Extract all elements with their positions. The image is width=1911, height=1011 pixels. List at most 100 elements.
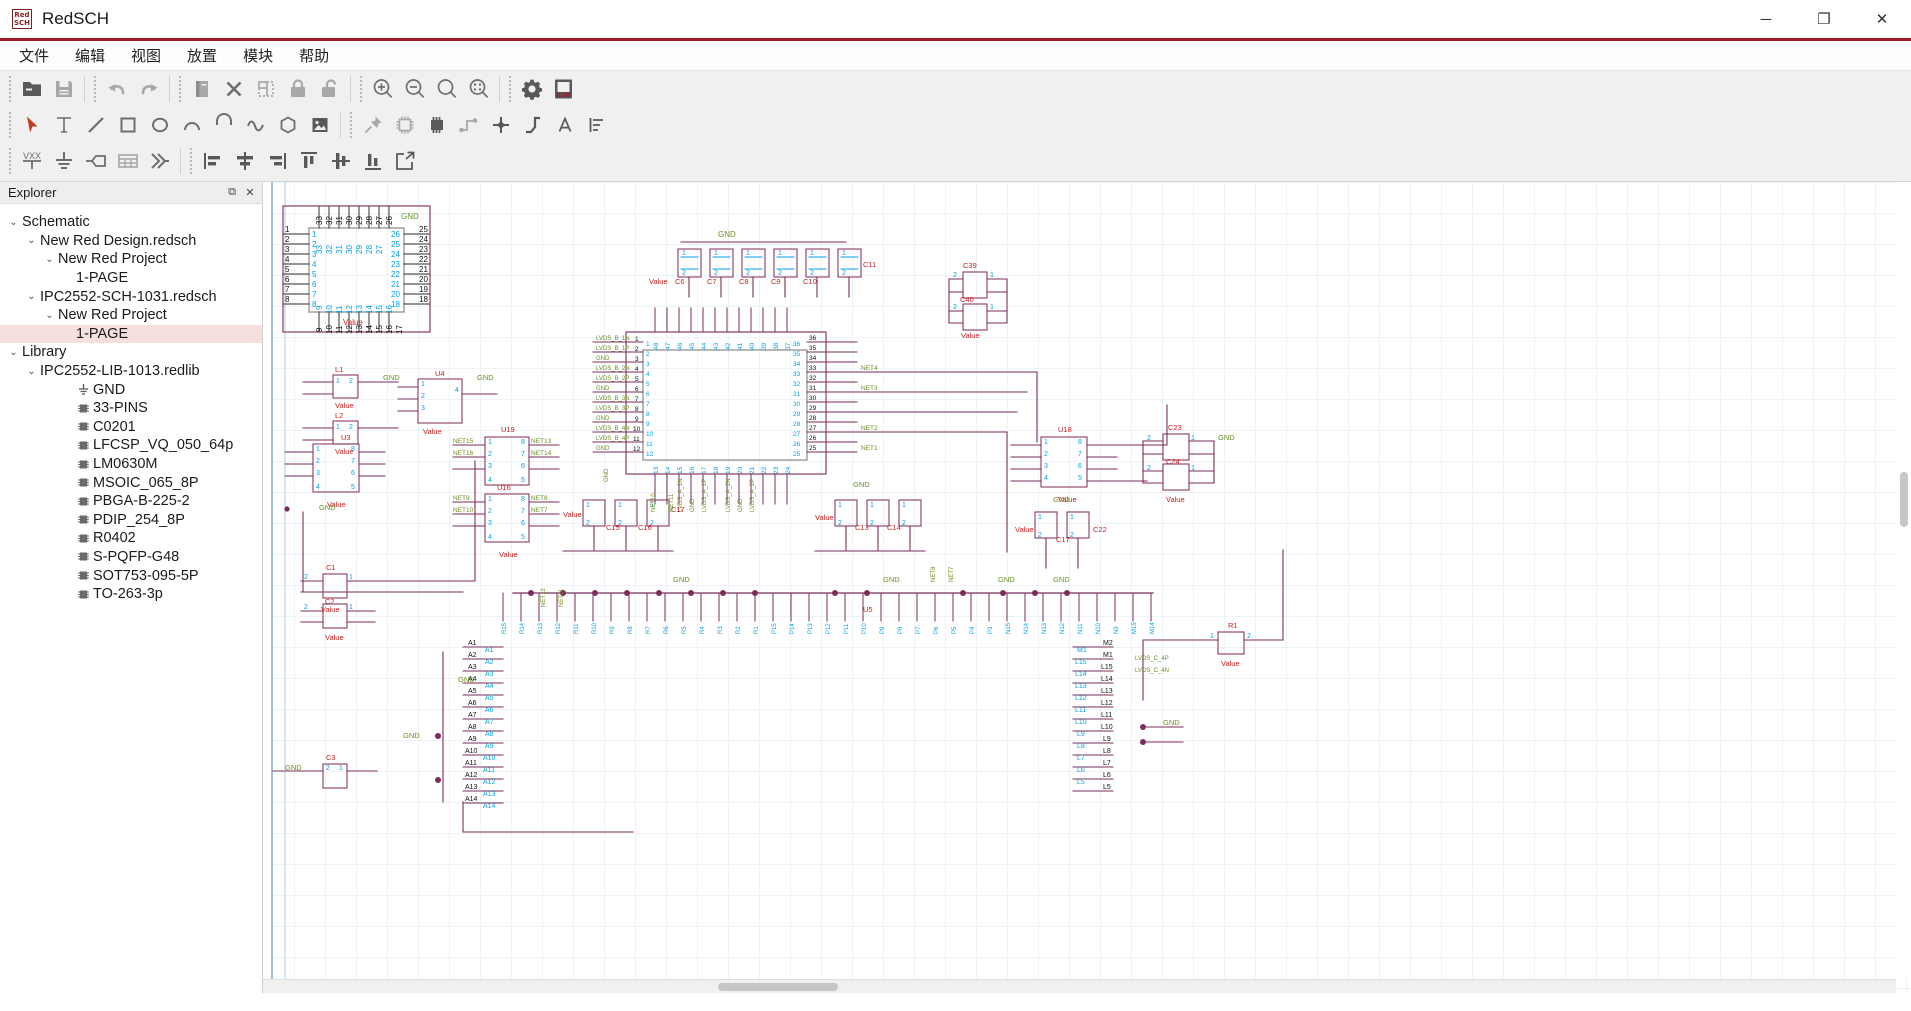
- image-icon[interactable]: [304, 110, 336, 140]
- bus-icon[interactable]: [144, 146, 176, 176]
- tree-item-schematic[interactable]: ⌄ Schematic: [0, 213, 262, 232]
- schematic-canvas-area[interactable]: 123 456 78 25 24 23 22 21 20 19 18 33 32 31 3…: [263, 182, 1911, 993]
- toolbar-grip[interactable]: [358, 76, 364, 102]
- toolbar-grip[interactable]: [188, 148, 194, 174]
- junction-icon[interactable]: [485, 110, 517, 140]
- align-center-h-icon[interactable]: [229, 146, 261, 176]
- zoom-area-icon[interactable]: [463, 74, 495, 104]
- zoom-fit-icon[interactable]: [431, 74, 463, 104]
- arc-down-icon[interactable]: [208, 110, 240, 140]
- component-outline-icon[interactable]: [389, 110, 421, 140]
- list-icon[interactable]: [581, 110, 613, 140]
- chevron-down-icon[interactable]: ⌄: [42, 310, 57, 321]
- vertical-scrollbar[interactable]: [1896, 182, 1911, 979]
- polygon-icon[interactable]: [272, 110, 304, 140]
- export-icon[interactable]: [389, 146, 421, 176]
- tree-item-lfcsp-vq-050-64p[interactable]: LFCSP_VQ_050_64p: [0, 436, 262, 455]
- tree-item-1-page[interactable]: 1-PAGE: [0, 269, 262, 288]
- undo-icon[interactable]: [101, 74, 133, 104]
- panel-close-icon[interactable]: ✕: [242, 185, 258, 201]
- copy-icon[interactable]: [186, 74, 218, 104]
- tree-item-to-263-3p[interactable]: TO-263-3p: [0, 585, 262, 604]
- panel-float-button[interactable]: ⧉: [224, 185, 240, 201]
- menu-module[interactable]: 模块: [230, 41, 286, 70]
- tree-item-ipc2552-lib-1013-redlib[interactable]: ⌄ IPC2552-LIB-1013.redlib: [0, 362, 262, 381]
- align-left-icon[interactable]: [197, 146, 229, 176]
- svg-text:1: 1: [990, 272, 994, 279]
- tree-item-pbga-b-225-2[interactable]: PBGA-B-225-2: [0, 492, 262, 511]
- align-middle-v-icon[interactable]: [325, 146, 357, 176]
- tree-item-s-pqfp-g48[interactable]: S-PQFP-G48: [0, 548, 262, 567]
- rectangle-icon[interactable]: [112, 110, 144, 140]
- tree-item-ipc2552-sch-1031-redsch[interactable]: ⌄ IPC2552-SCH-1031.redsch: [0, 287, 262, 306]
- open-folder-icon[interactable]: [16, 74, 48, 104]
- chevron-down-icon[interactable]: ⌄: [6, 347, 21, 358]
- tree-item-c0201[interactable]: C0201: [0, 418, 262, 437]
- maximize-button[interactable]: ❐: [1795, 0, 1853, 38]
- tree-item-lm0630m[interactable]: LM0630M: [0, 455, 262, 474]
- menu-place[interactable]: 放置: [174, 41, 230, 70]
- horizontal-scroll-thumb[interactable]: [718, 983, 838, 991]
- tree-item-library[interactable]: ⌄ Library: [0, 343, 262, 362]
- gnd-symbol-icon[interactable]: [48, 146, 80, 176]
- minimize-button[interactable]: ─: [1737, 0, 1795, 38]
- text-icon[interactable]: [48, 110, 80, 140]
- menu-help[interactable]: 帮助: [286, 41, 342, 70]
- settings-gear-icon[interactable]: [516, 74, 548, 104]
- tree-item-33-pins[interactable]: 33-PINS: [0, 399, 262, 418]
- chevron-down-icon[interactable]: ⌄: [6, 217, 21, 228]
- toolbar-grip[interactable]: [7, 148, 13, 174]
- chevron-down-icon[interactable]: ⌄: [42, 254, 57, 265]
- zoom-out-icon[interactable]: [399, 74, 431, 104]
- toolbar-grip[interactable]: [92, 76, 98, 102]
- chevron-down-icon[interactable]: ⌄: [24, 366, 39, 377]
- lock-icon[interactable]: [282, 74, 314, 104]
- align-top-icon[interactable]: [293, 146, 325, 176]
- redo-icon[interactable]: [133, 74, 165, 104]
- menu-edit[interactable]: 编辑: [62, 41, 118, 70]
- toolbar-grip[interactable]: [7, 76, 13, 102]
- toolbar-grip[interactable]: [7, 112, 13, 138]
- tree-item-new-red-project[interactable]: ⌄ New Red Project: [0, 306, 262, 325]
- bom-icon[interactable]: BOM: [548, 74, 580, 104]
- tree-item-new-red-design-redsch[interactable]: ⌄ New Red Design.redsch: [0, 232, 262, 251]
- net-label-icon[interactable]: VXX: [16, 146, 48, 176]
- menu-file[interactable]: 文件: [6, 41, 62, 70]
- table-icon[interactable]: [112, 146, 144, 176]
- tree-item-pdip-254-8p[interactable]: PDIP_254_8P: [0, 511, 262, 530]
- close-button[interactable]: ✕: [1853, 0, 1911, 38]
- save-icon[interactable]: [48, 74, 80, 104]
- align-bottom-icon[interactable]: [357, 146, 389, 176]
- wire-icon[interactable]: [453, 110, 485, 140]
- chevron-down-icon[interactable]: ⌄: [24, 291, 39, 302]
- pin-icon[interactable]: [357, 110, 389, 140]
- delete-icon[interactable]: [218, 74, 250, 104]
- tree-item-gnd[interactable]: GND: [0, 380, 262, 399]
- tree-item-msoic-065-8p[interactable]: MSOIC_065_8P: [0, 473, 262, 492]
- tree-item-1-page[interactable]: 1-PAGE: [0, 324, 262, 344]
- chevron-down-icon[interactable]: ⌄: [24, 235, 39, 246]
- toolbar-grip[interactable]: [348, 112, 354, 138]
- select-arrow-icon[interactable]: [16, 110, 48, 140]
- tree-item-sot753-095-5p[interactable]: SOT753-095-5P: [0, 566, 262, 585]
- wave-icon[interactable]: [240, 110, 272, 140]
- tree-item-r0402[interactable]: R0402: [0, 529, 262, 548]
- port-icon[interactable]: [80, 146, 112, 176]
- unlock-icon[interactable]: [314, 74, 346, 104]
- toolbar-grip[interactable]: [177, 76, 183, 102]
- text-frame-icon[interactable]: [549, 110, 581, 140]
- tree-item-new-red-project[interactable]: ⌄ New Red Project: [0, 250, 262, 269]
- schematic-canvas[interactable]: 123 456 78 252423 222120 1918 33 32 31 3…: [263, 182, 1911, 993]
- horizontal-scrollbar[interactable]: [263, 979, 1896, 993]
- line-icon[interactable]: [80, 110, 112, 140]
- arc-icon[interactable]: [176, 110, 208, 140]
- vertical-scroll-thumb[interactable]: [1900, 472, 1908, 527]
- component-icon[interactable]: [421, 110, 453, 140]
- toolbar-grip[interactable]: [507, 76, 513, 102]
- group-icon[interactable]: [250, 74, 282, 104]
- ellipse-icon[interactable]: [144, 110, 176, 140]
- bus-entry-icon[interactable]: [517, 110, 549, 140]
- align-right-icon[interactable]: [261, 146, 293, 176]
- zoom-in-icon[interactable]: [367, 74, 399, 104]
- menu-view[interactable]: 视图: [118, 41, 174, 70]
